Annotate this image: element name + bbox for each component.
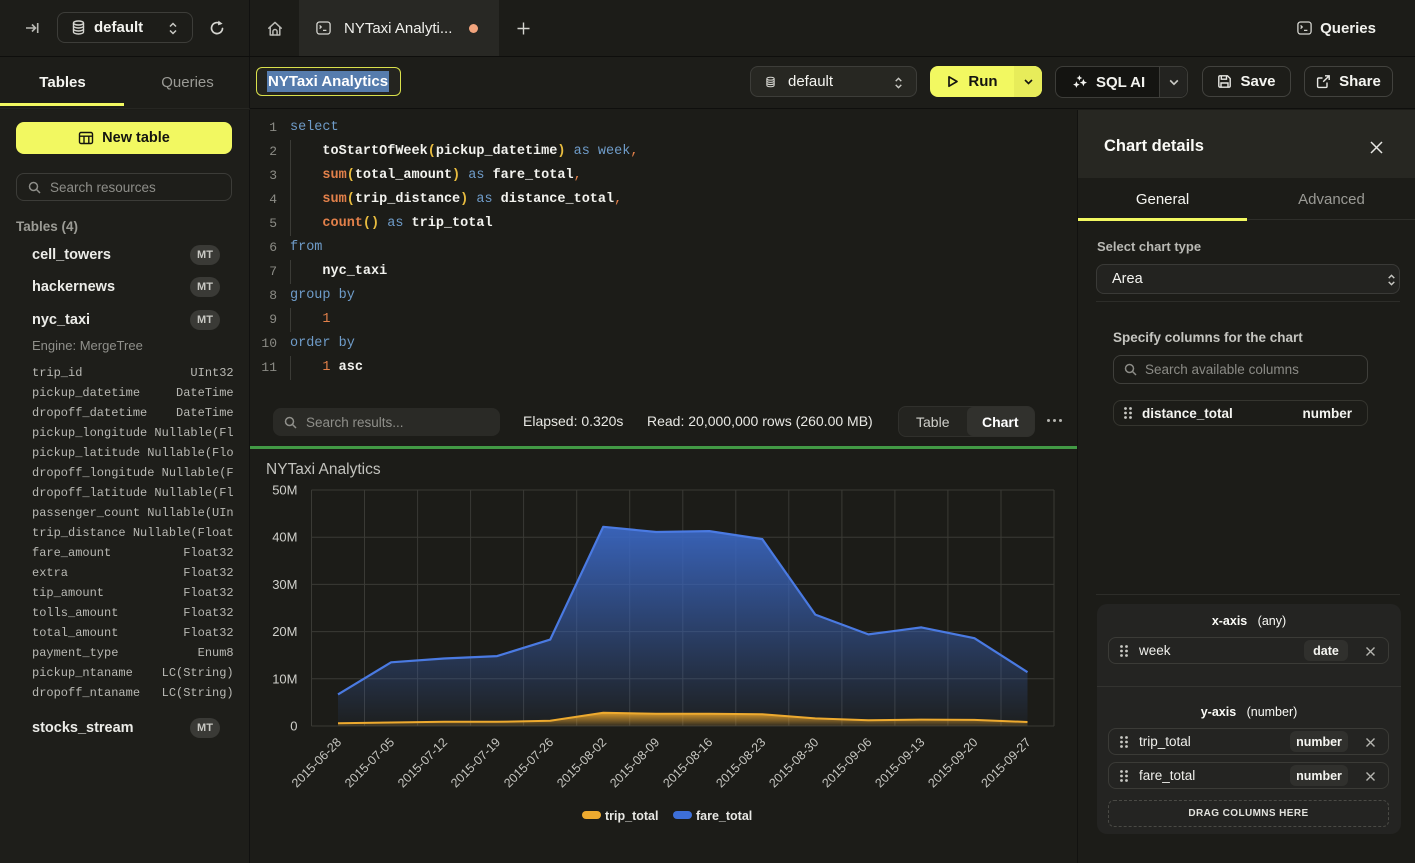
svg-text:50M: 50M: [272, 483, 297, 498]
svg-text:0: 0: [290, 719, 297, 734]
svg-text:2015-09-27: 2015-09-27: [979, 735, 1034, 790]
svg-text:30M: 30M: [272, 577, 297, 592]
svg-text:2015-08-09: 2015-08-09: [607, 735, 662, 790]
svg-text:2015-07-19: 2015-07-19: [448, 735, 503, 790]
svg-text:2015-09-13: 2015-09-13: [872, 735, 927, 790]
svg-text:2015-07-05: 2015-07-05: [342, 735, 397, 790]
svg-text:fare_total: fare_total: [696, 809, 752, 823]
svg-text:10M: 10M: [272, 671, 297, 686]
svg-text:2015-08-30: 2015-08-30: [766, 735, 821, 790]
svg-text:2015-08-16: 2015-08-16: [660, 735, 715, 790]
svg-text:20M: 20M: [272, 624, 297, 639]
svg-text:2015-08-23: 2015-08-23: [713, 735, 768, 790]
svg-text:2015-09-06: 2015-09-06: [819, 735, 874, 790]
svg-text:40M: 40M: [272, 530, 297, 545]
svg-text:2015-07-12: 2015-07-12: [395, 735, 450, 790]
svg-text:trip_total: trip_total: [605, 809, 658, 823]
svg-text:2015-08-02: 2015-08-02: [554, 735, 609, 790]
svg-text:2015-09-20: 2015-09-20: [925, 735, 980, 790]
svg-text:2015-07-26: 2015-07-26: [501, 735, 556, 790]
svg-text:2015-06-28: 2015-06-28: [289, 735, 344, 790]
